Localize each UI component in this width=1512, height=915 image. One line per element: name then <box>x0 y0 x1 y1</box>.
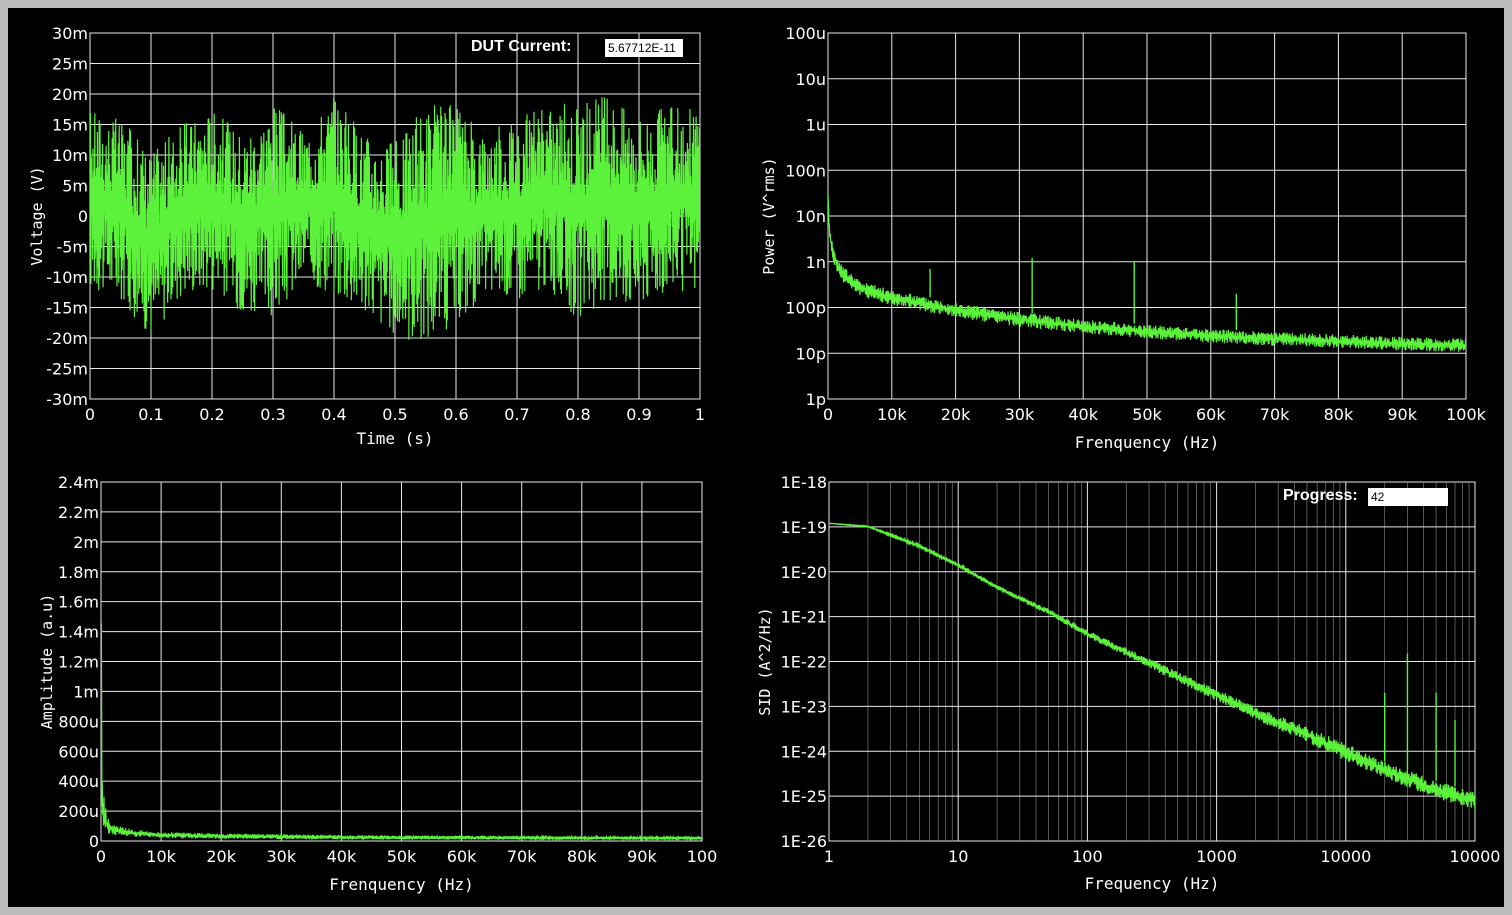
x-tick-label: 100 <box>1072 847 1103 866</box>
y-tick-label: 0 <box>78 207 88 226</box>
y-tick-label: 1E-22 <box>781 653 827 672</box>
x-tick-label: 0.8 <box>565 405 590 424</box>
chart-amplitude: 0 10k 20k 30k 40k 50k 60k 70k 80k 90k 100 2.4m 2.2m 2… <box>38 473 717 894</box>
x-tick-label: 0.6 <box>443 405 468 424</box>
x-tick-label: 0.7 <box>504 405 529 424</box>
y-tick-label: 2.4m <box>58 473 99 492</box>
x-tick-label: 80k <box>567 847 597 866</box>
x-tick-label: 40k <box>1068 405 1098 424</box>
chart-sid: 1 10 100 1000 10000 100001E-181E-191E-201E-21… <box>756 473 1500 893</box>
y-tick-label: 10n <box>796 207 827 226</box>
y-tick-label: 1.8m <box>58 563 99 582</box>
y-tick-label: 1u <box>806 116 826 135</box>
y-tick-label: 800u <box>58 712 99 731</box>
x-tick-label: 0.5 <box>382 405 407 424</box>
y-tick-label: 2m <box>73 533 99 552</box>
y-axis-title: Amplitude (a.u) <box>38 594 56 729</box>
y-axis-title: Voltage (V) <box>28 166 46 265</box>
y-tick-label: 1E-25 <box>781 787 827 806</box>
chart-power: 0 10k 20k 30k 40k 50k 60k 70k 80k 90k 100k100u10u1… <box>760 24 1487 452</box>
y-tick-label: 1E-24 <box>781 742 827 761</box>
x-tick-label: 10k <box>877 405 907 424</box>
x-tick-label: 60k <box>447 847 477 866</box>
y-tick-label: 10p <box>795 344 826 363</box>
x-tick-label: 100k <box>1446 405 1487 424</box>
y-tick-label: 400u <box>58 772 99 791</box>
y-tick-label: 1n <box>806 253 826 272</box>
x-tick-label: 30k <box>266 847 296 866</box>
y-tick-label: 30m <box>52 24 88 43</box>
x-tick-label: 100 <box>687 847 718 866</box>
x-tick-label: 70k <box>1260 405 1290 424</box>
x-tick-label: 10000 <box>1450 847 1501 866</box>
y-tick-label: 1.4m <box>58 623 99 642</box>
y-tick-label: 25m <box>52 55 88 74</box>
chart-canvas: 0 0.1 0.2 0.3 0.4 0.5 0.6 0.7 0.8 0.9 1 30m 25m 20m 15… <box>28 24 1500 894</box>
y-tick-label: 200u <box>58 802 99 821</box>
x-tick-label: 30k <box>1005 405 1035 424</box>
y-tick-label: 1E-18 <box>781 473 827 492</box>
x-tick-label: 80k <box>1324 405 1354 424</box>
x-axis-title: Frenquency (Hz) <box>329 875 474 894</box>
y-tick-label: 10m <box>52 146 88 165</box>
x-tick-label: 70k <box>507 847 537 866</box>
y-tick-label: 100p <box>785 299 826 318</box>
y-tick-label: -15m <box>46 299 88 318</box>
dut-current-field[interactable]: 5.67712E-11 <box>605 39 683 57</box>
x-tick-label: 0.9 <box>626 405 651 424</box>
x-tick-label: 50k <box>387 847 417 866</box>
progress-field[interactable]: 42 <box>1368 488 1448 506</box>
y-tick-label: 2.2m <box>58 503 99 522</box>
x-tick-label: 90k <box>627 847 657 866</box>
y-tick-label: 1.6m <box>58 593 99 612</box>
x-tick-label: 0.1 <box>138 405 163 424</box>
x-tick-label: 50k <box>1132 405 1162 424</box>
y-tick-label: 1E-23 <box>781 697 827 716</box>
x-tick-label: 20k <box>206 847 236 866</box>
y-tick-label: 1E-20 <box>781 563 827 582</box>
y-tick-label: 0 <box>89 832 99 851</box>
x-tick-label: 40k <box>327 847 357 866</box>
y-tick-label: -25m <box>46 360 88 379</box>
x-axis-title: Frequency (Hz) <box>1085 874 1220 893</box>
y-axis-title: SID (A^2/Hz) <box>756 607 774 715</box>
x-tick-label: 10k <box>146 847 176 866</box>
x-tick-label: 60k <box>1196 405 1226 424</box>
y-tick-label: -20m <box>46 329 88 348</box>
y-tick-label: 100n <box>785 161 826 180</box>
y-tick-label: 5m <box>62 177 88 196</box>
progress-label: Progress: <box>1283 487 1358 504</box>
y-tick-label: 1p <box>806 390 826 409</box>
instrument-display: 0 0.1 0.2 0.3 0.4 0.5 0.6 0.7 0.8 0.9 1 30m 25m 20m 15… <box>8 8 1504 907</box>
y-tick-label: 20m <box>52 85 88 104</box>
y-tick-label: 600u <box>58 742 99 761</box>
x-axis-title: Frenquency (Hz) <box>1075 433 1220 452</box>
y-tick-label: 100u <box>785 24 826 43</box>
chart-voltage: 0 0.1 0.2 0.3 0.4 0.5 0.6 0.7 0.8 0.9 1 30m 25m 20m 15… <box>28 24 705 448</box>
x-tick-label: 1 <box>695 405 705 424</box>
y-tick-label: 1E-21 <box>781 608 827 627</box>
y-tick-label: 15m <box>52 116 88 135</box>
y-tick-label: -10m <box>46 268 88 287</box>
x-tick-label: 90k <box>1387 405 1417 424</box>
x-tick-label: 10 <box>948 847 968 866</box>
x-tick-label: 20k <box>941 405 971 424</box>
y-tick-label: 1E-26 <box>781 832 827 851</box>
y-tick-label: 10u <box>796 70 827 89</box>
x-tick-label: 10000 <box>1320 847 1371 866</box>
x-axis-title: Time (s) <box>356 429 433 448</box>
y-axis-title: Power (V^rms) <box>760 157 778 274</box>
y-tick-label: -30m <box>46 390 88 409</box>
dut-current-label: DUT Current: <box>471 38 572 55</box>
x-tick-label: 0.4 <box>321 405 346 424</box>
y-tick-label: 1.2m <box>58 653 99 672</box>
y-tick-label: 1m <box>73 682 99 701</box>
y-tick-label: -5m <box>56 238 88 257</box>
x-tick-label: 1000 <box>1196 847 1237 866</box>
x-tick-label: 0.2 <box>199 405 224 424</box>
x-tick-label: 0.3 <box>260 405 285 424</box>
y-tick-label: 1E-19 <box>781 518 827 537</box>
